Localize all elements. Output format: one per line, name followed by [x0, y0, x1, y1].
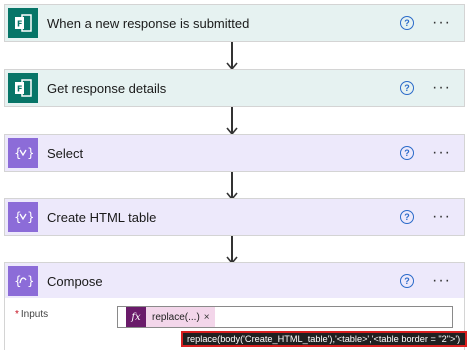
- remove-token-icon[interactable]: ×: [204, 312, 210, 323]
- forms-icon: F: [8, 73, 38, 103]
- connector-arrow: [226, 236, 238, 264]
- step-title: Compose: [47, 273, 103, 289]
- svg-text:{: {: [14, 146, 22, 160]
- fx-icon: fx: [126, 307, 146, 327]
- connector-arrow: [226, 42, 238, 70]
- required-marker: *: [15, 309, 19, 320]
- svg-text:F: F: [17, 85, 22, 94]
- more-options-icon[interactable]: ···: [432, 145, 451, 161]
- help-icon[interactable]: ?: [400, 210, 415, 224]
- connector-arrow: [226, 107, 238, 135]
- inputs-label-text: Inputs: [20, 309, 49, 320]
- connector-arrow: [226, 172, 238, 200]
- help-icon[interactable]: ?: [400, 146, 415, 160]
- svg-text:}: }: [27, 274, 33, 288]
- expression-token[interactable]: fx replace(...) ×: [126, 307, 215, 327]
- step-title: Get response details: [47, 80, 167, 96]
- data-operation-icon: {}: [8, 202, 38, 232]
- help-icon[interactable]: ?: [400, 81, 415, 95]
- inputs-field[interactable]: fx replace(...) ×: [117, 306, 453, 328]
- help-icon[interactable]: ?: [400, 16, 415, 30]
- svg-text:F: F: [17, 20, 22, 29]
- more-options-icon[interactable]: ···: [432, 273, 451, 289]
- help-icon[interactable]: ?: [400, 274, 415, 288]
- svg-text:{: {: [14, 210, 22, 224]
- token-label: replace(...): [152, 311, 200, 323]
- svg-text:}: }: [27, 146, 33, 160]
- svg-text:}: }: [27, 210, 33, 224]
- more-options-icon[interactable]: ···: [432, 80, 451, 96]
- step-card-create-html-table[interactable]: {} Create HTML table ? ···: [4, 198, 465, 236]
- step-card-compose[interactable]: {} Compose ? ···: [4, 262, 465, 300]
- step-card-select[interactable]: {} Select ? ···: [4, 134, 465, 172]
- step-card-when-new-response[interactable]: F When a new response is submitted ? ···: [4, 4, 465, 42]
- compose-icon: {}: [8, 266, 38, 296]
- more-options-icon[interactable]: ···: [432, 15, 451, 31]
- inputs-label: * Inputs: [15, 309, 48, 320]
- data-operation-icon: {}: [8, 138, 38, 168]
- step-title: Create HTML table: [47, 209, 157, 225]
- forms-icon: F: [8, 8, 38, 38]
- step-title: Select: [47, 145, 84, 161]
- step-card-get-response-details[interactable]: F Get response details ? ···: [4, 69, 465, 107]
- more-options-icon[interactable]: ···: [432, 209, 451, 225]
- expression-tooltip: replace(body('Create_HTML_table'),'<tabl…: [181, 331, 467, 347]
- step-title: When a new response is submitted: [47, 15, 250, 31]
